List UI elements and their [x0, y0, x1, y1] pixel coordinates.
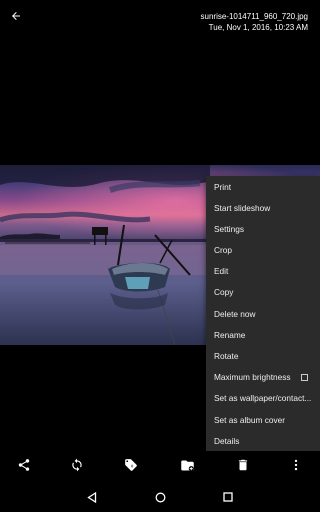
menu-item-start-slideshow[interactable]: Start slideshow [206, 198, 320, 219]
nav-back-button[interactable] [85, 490, 99, 504]
delete-icon [238, 459, 248, 471]
top-bar: sunrise-1014711_960_720.jpg Tue, Nov 1, … [0, 0, 320, 40]
menu-item-rotate[interactable]: Rotate [206, 346, 320, 367]
bottom-toolbar: # [0, 452, 320, 478]
back-button[interactable] [4, 4, 28, 28]
menu-item-maximum-brightness[interactable]: Maximum brightness [206, 367, 320, 388]
menu-item-copy[interactable]: Copy [206, 282, 320, 303]
menu-item-edit[interactable]: Edit [206, 261, 320, 282]
system-nav-bar [0, 482, 320, 512]
menu-item-label: Print [214, 181, 232, 192]
tag-icon: # [125, 459, 137, 471]
file-info: sunrise-1014711_960_720.jpg Tue, Nov 1, … [201, 11, 309, 33]
delete-button[interactable] [234, 456, 252, 474]
arrow-back-icon [12, 12, 20, 20]
share-button[interactable] [15, 456, 33, 474]
file-datetime: Tue, Nov 1, 2016, 10:23 AM [208, 23, 308, 32]
menu-item-label: Set as album cover [214, 414, 286, 425]
move-to-folder-button[interactable] [178, 456, 196, 474]
nav-back-icon [87, 491, 97, 503]
share-icon [18, 459, 30, 471]
menu-item-print[interactable]: Print [206, 177, 320, 198]
menu-item-label: Details [214, 435, 240, 446]
rotate-button[interactable] [68, 456, 86, 474]
more-options-button[interactable] [287, 456, 305, 474]
menu-item-settings[interactable]: Settings [206, 219, 320, 240]
nav-recents-icon [223, 492, 233, 502]
nav-home-icon [155, 492, 165, 502]
nav-recents-button[interactable] [221, 490, 235, 504]
move-to-folder-icon [180, 460, 194, 471]
menu-item-label: Edit [214, 266, 229, 277]
menu-item-label: Settings [214, 223, 244, 234]
menu-item-delete-now[interactable]: Delete now [206, 304, 320, 325]
menu-item-label: Maximum brightness [214, 372, 291, 383]
menu-item-set-as-album-cover[interactable]: Set as album cover [206, 410, 320, 431]
rotate-icon [72, 458, 82, 472]
overflow-menu: Print Start slideshow Settings Crop Edit… [206, 176, 320, 451]
brightness-checkbox[interactable] [301, 373, 308, 381]
tag-button[interactable]: # [122, 456, 140, 474]
nav-home-button[interactable] [153, 490, 167, 504]
menu-item-details[interactable]: Details [206, 431, 320, 452]
menu-item-label: Rename [214, 329, 246, 340]
menu-item-label: Start slideshow [214, 202, 271, 213]
more-vert-icon [294, 459, 298, 471]
menu-item-label: Crop [214, 245, 232, 256]
menu-item-crop[interactable]: Crop [206, 240, 320, 261]
menu-item-set-as-wallpaper[interactable]: Set as wallpaper/contact... [206, 388, 320, 409]
menu-item-label: Delete now [214, 308, 256, 319]
menu-item-label: Copy [214, 287, 234, 298]
menu-item-label: Rotate [214, 351, 239, 361]
menu-item-label: Set as wallpaper/contact... [214, 393, 312, 404]
file-name: sunrise-1014711_960_720.jpg [200, 12, 309, 21]
menu-item-rename[interactable]: Rename [206, 325, 320, 346]
